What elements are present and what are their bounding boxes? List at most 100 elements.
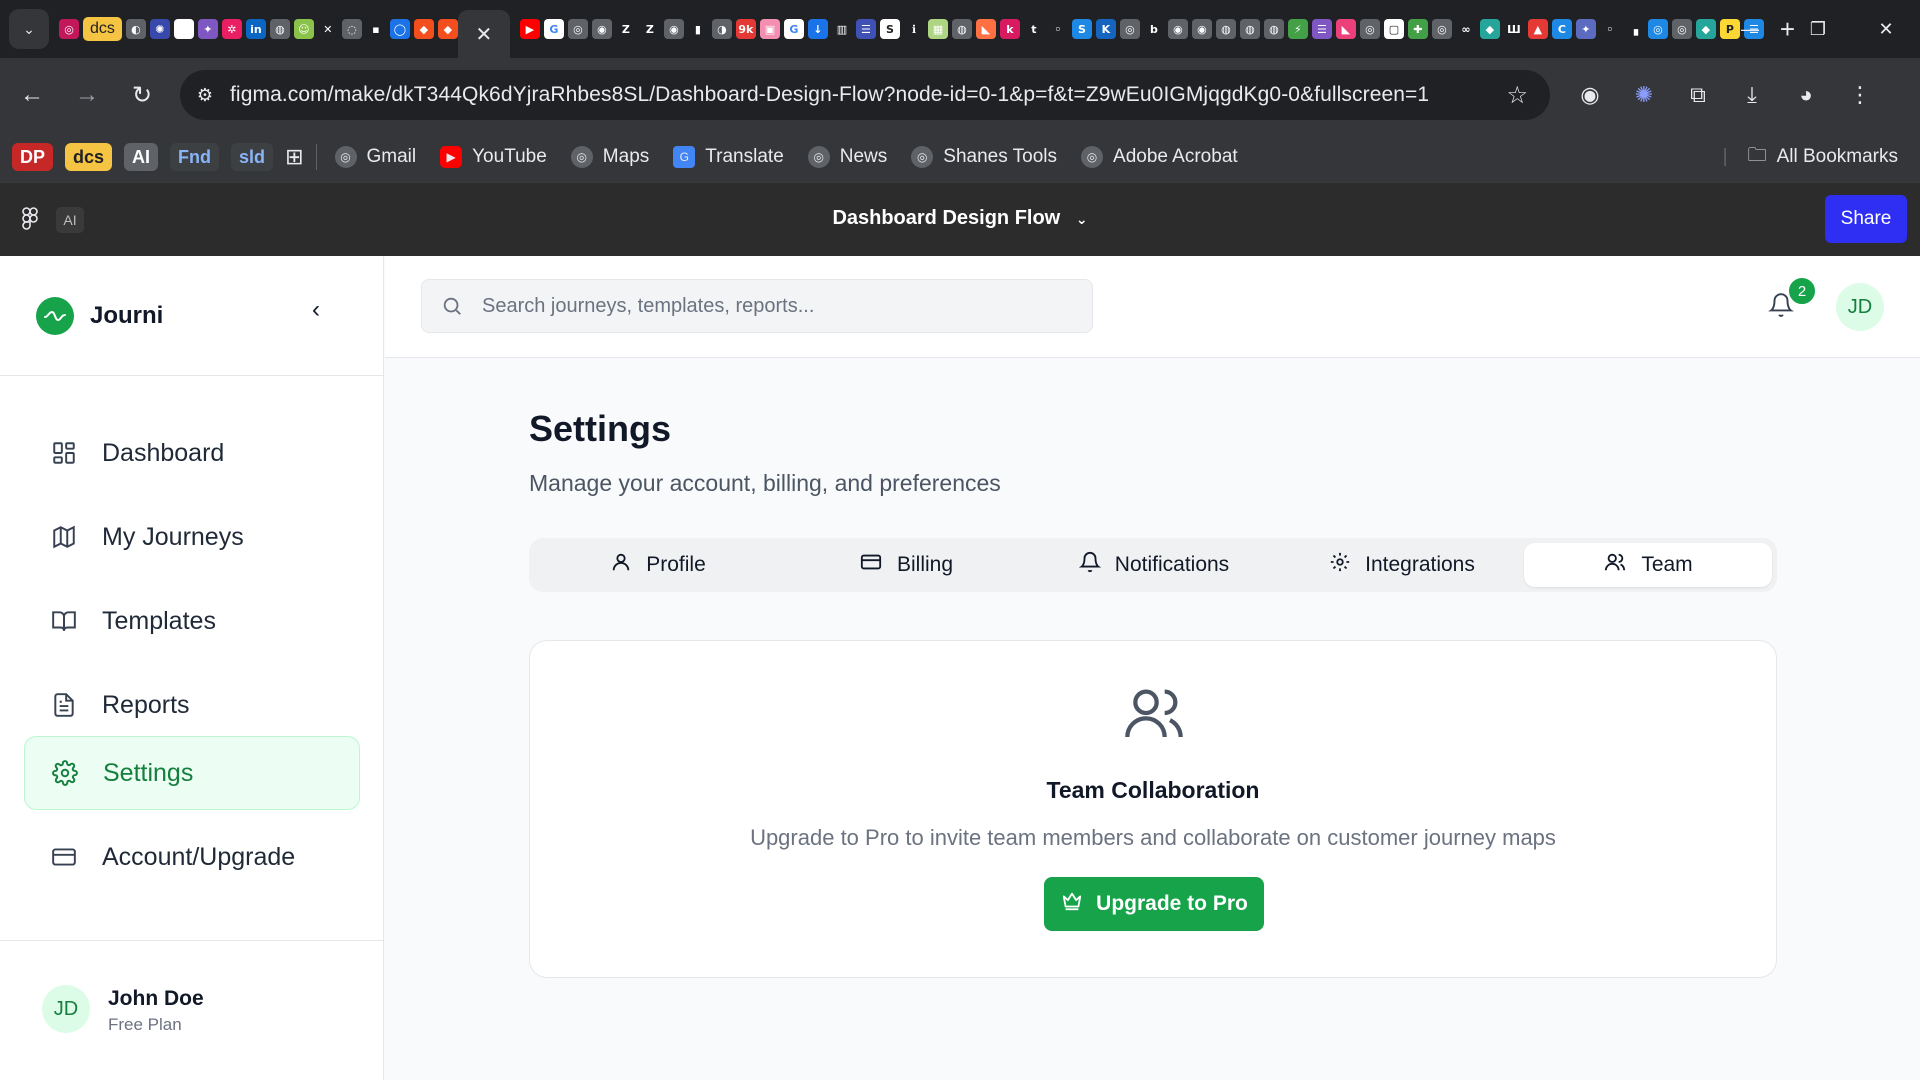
tab-favicon[interactable]: ◌ (341, 19, 362, 39)
tab-favicon[interactable]: Z (615, 19, 636, 39)
figma-favicon[interactable]: ◆ (437, 19, 458, 39)
tab-favicon[interactable]: ⚡ (1287, 19, 1308, 39)
download-icon[interactable]: ⤓ (1732, 75, 1772, 115)
tab-favicon[interactable]: ◣ (1335, 19, 1356, 39)
sidebar-item-my-journeys[interactable]: My Journeys (24, 500, 360, 574)
extension-icon[interactable]: ◉ (1570, 75, 1610, 115)
all-bookmarks[interactable]: | 🗀 All Bookmarks (1723, 141, 1898, 173)
tab-favicon[interactable]: ☺ (293, 19, 314, 39)
bookmark-dcs[interactable]: dcs (65, 143, 113, 171)
tab-favicon[interactable]: C (1551, 19, 1572, 39)
tab-favicon[interactable]: ▥ (831, 19, 852, 39)
extension-icon[interactable]: ✺ (1624, 75, 1664, 115)
user-profile[interactable]: JD John Doe Free Plan (0, 940, 384, 1080)
tab-favicon[interactable]: ◑ (711, 19, 732, 39)
tab-favicon[interactable]: ✦ (197, 19, 218, 39)
tab-favicon[interactable]: in (245, 19, 266, 39)
tab-favicon[interactable]: ◎ (1359, 19, 1380, 39)
url-text[interactable]: figma.com/make/dkT344Qk6dYjraRhbes8SL/Da… (230, 83, 1429, 107)
more-menu-icon[interactable]: ⋮ (1840, 75, 1880, 115)
tab-favicon[interactable]: ◐ (125, 19, 146, 39)
tab-favicon[interactable]: t (1023, 19, 1044, 39)
bookmark-sld[interactable]: sld (231, 143, 274, 171)
bookmark-maps[interactable]: ◎ Maps (570, 146, 649, 168)
active-tab-close-button[interactable]: ✕ (457, 10, 510, 58)
tab-favicon[interactable]: ☰ (855, 19, 876, 39)
sidebar-item-settings[interactable]: Settings (24, 736, 360, 810)
tab-favicon[interactable]: ◣ (975, 19, 996, 39)
tab-favicon[interactable]: ◍ (951, 19, 972, 39)
tab-favicon[interactable]: ▦ (927, 19, 948, 39)
github-favicon[interactable]: ◉ (1167, 19, 1188, 39)
tab-favicon[interactable]: ▗ (1623, 19, 1644, 39)
sidebar-item-reports[interactable]: Reports (24, 668, 360, 742)
tab-favicon[interactable]: ◎ (567, 19, 588, 39)
bookmark-news[interactable]: ◎ News (807, 146, 887, 168)
tab-team[interactable]: Team (1524, 543, 1772, 587)
minimize-icon[interactable]: — (1716, 0, 1784, 58)
sidebar-item-account-upgrade[interactable]: Account/Upgrade (24, 820, 360, 894)
tab-favicon[interactable]: 9k (735, 19, 756, 39)
tab-favicon[interactable]: ◦ (1047, 19, 1068, 39)
bookmark-fnd[interactable]: Fnd (170, 143, 220, 171)
site-settings-icon[interactable]: ⚙ (180, 85, 230, 106)
tab-favicon[interactable]: ▲ (1527, 19, 1548, 39)
pinned-tab-dcs[interactable]: dcs (83, 17, 122, 41)
sidebar-item-templates[interactable]: Templates (24, 584, 360, 658)
tab-favicon[interactable]: ▪ (365, 19, 386, 39)
tab-favicon[interactable]: ✚ (1407, 19, 1428, 39)
tab-favicon[interactable]: ✺ (149, 19, 170, 39)
tab-favicon[interactable]: ✲ (221, 19, 242, 39)
youtube-favicon[interactable]: ▶ (519, 19, 540, 39)
bookmark-shanes-tools[interactable]: ◎ Shanes Tools (911, 146, 1057, 168)
tab-favicon[interactable]: Ш (1503, 19, 1524, 39)
forward-icon[interactable]: → (64, 72, 110, 118)
tab-favicon[interactable]: ◎ (1647, 19, 1668, 39)
tab-favicon[interactable]: ◎ (1431, 19, 1452, 39)
bookmark-ai[interactable]: AI (124, 143, 159, 171)
tab-favicon[interactable]: ◎ (1119, 19, 1140, 39)
tab-profile[interactable]: Profile (534, 543, 782, 587)
tab-favicon[interactable]: ℹ (903, 19, 924, 39)
reload-icon[interactable]: ↻ (119, 72, 165, 118)
tab-favicon[interactable]: ◆ (1695, 19, 1716, 39)
header-avatar[interactable]: JD (1836, 283, 1884, 331)
tab-favicon[interactable]: ◍ (269, 19, 290, 39)
collapse-sidebar-icon[interactable]: ‹ (312, 296, 320, 324)
tab-favicon[interactable]: ◎ (1671, 19, 1692, 39)
address-bar[interactable]: ⚙ figma.com/make/dkT344Qk6dYjraRhbes8SL/… (180, 70, 1550, 120)
upgrade-to-pro-button[interactable]: Upgrade to Pro (1044, 877, 1264, 931)
close-window-icon[interactable]: ✕ (1852, 0, 1920, 58)
bookmark-star-icon[interactable]: ☆ (1506, 81, 1528, 110)
sidebar-item-dashboard[interactable]: Dashboard (24, 416, 360, 490)
tab-notifications[interactable]: Notifications (1030, 543, 1278, 587)
google-favicon[interactable]: G (783, 19, 804, 39)
tab-favicon[interactable]: ∞ (1455, 19, 1476, 39)
github-favicon[interactable]: ◉ (663, 19, 684, 39)
file-title[interactable]: Dashboard Design Flow ⌄ (0, 207, 1920, 230)
apps-grid-icon[interactable]: ⊞ (285, 144, 303, 170)
bookmark-dp[interactable]: DP (12, 143, 54, 171)
tab-favicon[interactable]: K (1095, 19, 1116, 39)
github-favicon[interactable]: ◉ (591, 19, 612, 39)
tab-favicon[interactable]: ↓ (807, 19, 828, 39)
tab-favicon[interactable]: ◆ (1479, 19, 1500, 39)
tab-favicon[interactable]: S (879, 19, 900, 39)
bookmark-translate[interactable]: G Translate (673, 146, 784, 168)
github-favicon[interactable]: ◉ (1191, 19, 1212, 39)
bookmark-gmail[interactable]: ◎ Gmail (334, 146, 416, 168)
puzzle-icon[interactable]: ⧉ (1678, 75, 1718, 115)
tab-favicon[interactable]: ☰ (1311, 19, 1332, 39)
tab-favicon[interactable]: b (1143, 19, 1164, 39)
tab-favicon[interactable]: Z (639, 19, 660, 39)
tab-favicon[interactable]: S (1071, 19, 1092, 39)
tab-favicon[interactable]: ◦ (1599, 19, 1620, 39)
profile-avatar[interactable]: ◕ (1786, 75, 1826, 115)
tab-integrations[interactable]: Integrations (1278, 543, 1526, 587)
tab-favicon[interactable]: ◍ (1239, 19, 1260, 39)
bookmark-adobe-acrobat[interactable]: ◎ Adobe Acrobat (1081, 146, 1238, 168)
tab-search-button[interactable]: ⌄ (9, 9, 49, 49)
back-icon[interactable]: ← (9, 72, 55, 118)
figma-favicon[interactable]: ◆ (413, 19, 434, 39)
restore-icon[interactable]: ❐ (1784, 0, 1852, 58)
